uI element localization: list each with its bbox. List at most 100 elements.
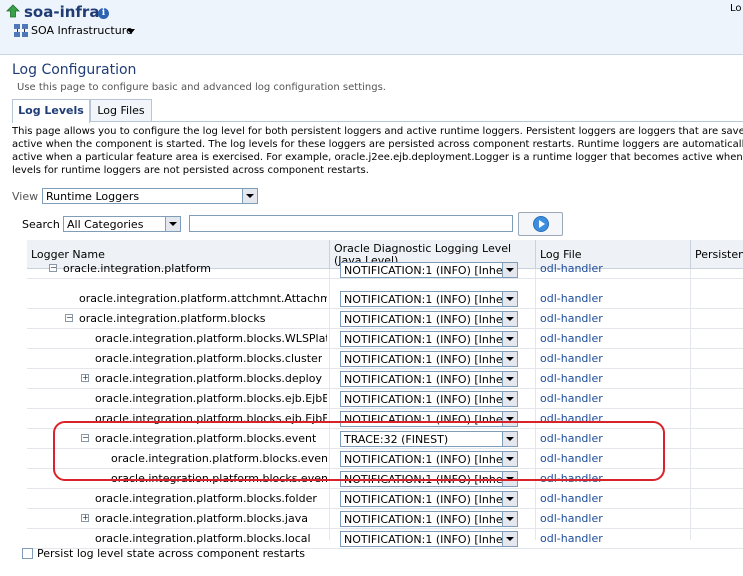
view-select-value: Runtime Loggers (46, 190, 140, 203)
log-file-link[interactable]: odl-handler (540, 262, 603, 275)
table-row[interactable]: oracle.integration.platform.blocks.ejb.E… (27, 389, 743, 409)
logger-name: oracle.integration.platform.blocks.clust… (95, 352, 323, 365)
up-arrow-icon[interactable] (6, 4, 20, 18)
table-row[interactable]: + oracle.integration.platform.blocks.java… (27, 509, 743, 529)
table-row[interactable]: + oracle.integration.platform.blocks.depl… (27, 369, 743, 389)
chevron-down-icon[interactable] (502, 312, 517, 326)
collapse-icon[interactable]: − (65, 314, 73, 322)
logger-level-select[interactable]: NOTIFICATION:1 (INFO) [Inherit (340, 262, 518, 278)
logger-name: oracle.integration.platform.blocks.folde… (95, 492, 317, 505)
table-row[interactable]: oracle.integration.platform.blocks.clust… (27, 349, 743, 369)
page-description: Use this page to configure basic and adv… (17, 82, 386, 93)
table-row[interactable]: − oracle.integration.platform.blocks NOTIF… (27, 309, 743, 329)
logger-name: oracle.integration.platform.blocks (79, 312, 266, 325)
search-category-select[interactable]: All Categories (63, 216, 181, 232)
intro-line: active when a particular feature area is… (12, 152, 743, 163)
tab-log-levels[interactable]: Log Levels (12, 99, 90, 123)
chevron-down-icon[interactable] (502, 492, 517, 506)
search-label: Search (22, 218, 60, 231)
col-divider (535, 269, 536, 540)
target-header: soa-infra i SOA Infrastructure Lo (0, 0, 743, 55)
logger-level-value: NOTIFICATION:1 (INFO) [Inherit (344, 264, 515, 277)
log-file-link[interactable]: odl-handler (540, 512, 603, 525)
logger-level-select[interactable]: NOTIFICATION:1 (INFO) [Inherit (340, 311, 518, 327)
log-file-link[interactable]: odl-handler (540, 492, 603, 505)
logger-name: oracle.integration.platform.blocks.ejb.E… (95, 392, 327, 405)
search-category-value: All Categories (67, 218, 144, 231)
info-icon[interactable]: i (98, 8, 109, 19)
chevron-down-icon[interactable] (502, 352, 517, 366)
logger-level-select[interactable]: NOTIFICATION:1 (INFO) [Inherit (340, 331, 518, 347)
soa-infrastructure-icon (14, 24, 28, 37)
chevron-down-icon[interactable] (502, 392, 517, 406)
logger-name: oracle.integration.platform.blocks.WLSPl… (95, 332, 327, 345)
logger-level-select[interactable]: NOTIFICATION:1 (INFO) [Inherit (340, 531, 518, 547)
view-select[interactable]: Runtime Loggers (42, 188, 258, 204)
col-divider (329, 269, 330, 540)
logger-name: oracle.integration.platform.blocks.local (95, 532, 311, 545)
chevron-down-icon[interactable] (502, 372, 517, 386)
table-row[interactable]: oracle.integration.platform.attchmnt.Att… (27, 289, 743, 309)
search-input[interactable] (189, 215, 513, 232)
logger-level-value: NOTIFICATION:1 (INFO) [Inherit (344, 353, 515, 366)
table-row[interactable]: oracle.integration.platform.blocks.WLSPl… (27, 329, 743, 349)
table-row[interactable]: oracle.integration.platform.blocks.folde… (27, 489, 743, 509)
tab-divider (12, 121, 743, 122)
persist-checkbox[interactable] (22, 548, 33, 559)
log-file-link[interactable]: odl-handler (540, 352, 603, 365)
tab-log-files[interactable]: Log Files (90, 99, 152, 121)
collapse-icon[interactable]: − (49, 264, 57, 272)
logger-name: oracle.integration.platform (63, 262, 212, 275)
logger-level-select[interactable]: NOTIFICATION:1 (INFO) [Inherit (340, 391, 518, 407)
logger-level-value: NOTIFICATION:1 (INFO) [Inherit (344, 513, 515, 526)
logger-level-select[interactable]: NOTIFICATION:1 (INFO) [Inherit (340, 371, 518, 387)
corner-text: Lo (730, 3, 742, 14)
view-label: View (12, 190, 39, 203)
logger-level-value: NOTIFICATION:1 (INFO) [Inherit (344, 293, 515, 306)
expand-icon[interactable]: + (81, 374, 89, 382)
logger-level-value: NOTIFICATION:1 (INFO) [Inherit (344, 373, 515, 386)
logger-level-value: NOTIFICATION:1 (INFO) [Inherit (344, 313, 515, 326)
logger-level-value: NOTIFICATION:1 (INFO) [Inherit (344, 533, 515, 546)
logger-level-select[interactable]: NOTIFICATION:1 (INFO) [Inherit (340, 351, 518, 367)
logger-name: oracle.integration.platform.attchmnt.Att… (79, 292, 327, 305)
highlight-annotation (53, 421, 665, 481)
logger-level-value: NOTIFICATION:1 (INFO) [Inherit (344, 493, 515, 506)
target-title: soa-infra (24, 3, 100, 21)
chevron-down-icon[interactable] (165, 217, 180, 231)
chevron-down-icon[interactable] (502, 292, 517, 306)
logger-level-select[interactable]: NOTIFICATION:1 (INFO) [Inherit (340, 511, 518, 527)
log-file-link[interactable]: odl-handler (540, 532, 603, 545)
expand-icon[interactable]: + (81, 514, 89, 522)
page-title: Log Configuration (12, 62, 137, 78)
chevron-down-icon[interactable] (502, 263, 517, 277)
table-row[interactable]: oracle.integration.platform.blocks.local… (27, 529, 743, 549)
log-file-link[interactable]: odl-handler (540, 392, 603, 405)
logger-level-select[interactable]: NOTIFICATION:1 (INFO) [Inherit (340, 491, 518, 507)
chevron-down-icon[interactable] (127, 29, 135, 34)
log-file-link[interactable]: odl-handler (540, 312, 603, 325)
chevron-down-icon[interactable] (242, 189, 257, 203)
chevron-down-icon[interactable] (502, 512, 517, 526)
table-row[interactable]: − oracle.integration.platform NOTIFICATION… (27, 262, 743, 279)
logger-level-value: NOTIFICATION:1 (INFO) [Inherit (344, 333, 515, 346)
log-file-link[interactable]: odl-handler (540, 332, 603, 345)
logger-name: oracle.integration.platform.blocks.java (95, 512, 308, 525)
target-menu-label[interactable]: SOA Infrastructure (31, 24, 133, 37)
search-go-button[interactable] (518, 212, 563, 236)
logger-name: oracle.integration.platform.blocks.deplo… (95, 372, 322, 385)
chevron-down-icon[interactable] (502, 532, 517, 546)
col-divider (690, 269, 691, 540)
intro-line: levels for runtime loggers are not persi… (12, 165, 369, 176)
persist-checkbox-label: Persist log level state across component… (37, 547, 306, 560)
intro-text: This page allows you to configure the lo… (12, 125, 743, 177)
logger-level-select[interactable]: NOTIFICATION:1 (INFO) [Inherit (340, 291, 518, 307)
log-file-link[interactable]: odl-handler (540, 372, 603, 385)
logger-level-value: NOTIFICATION:1 (INFO) [Inherit (344, 393, 515, 406)
chevron-down-icon[interactable] (502, 332, 517, 346)
log-file-link[interactable]: odl-handler (540, 292, 603, 305)
go-arrow-icon (533, 216, 549, 232)
intro-line: This page allows you to configure the lo… (12, 126, 743, 137)
active-tab-gap (13, 121, 89, 122)
intro-line: active when the component is started. Th… (12, 139, 743, 150)
